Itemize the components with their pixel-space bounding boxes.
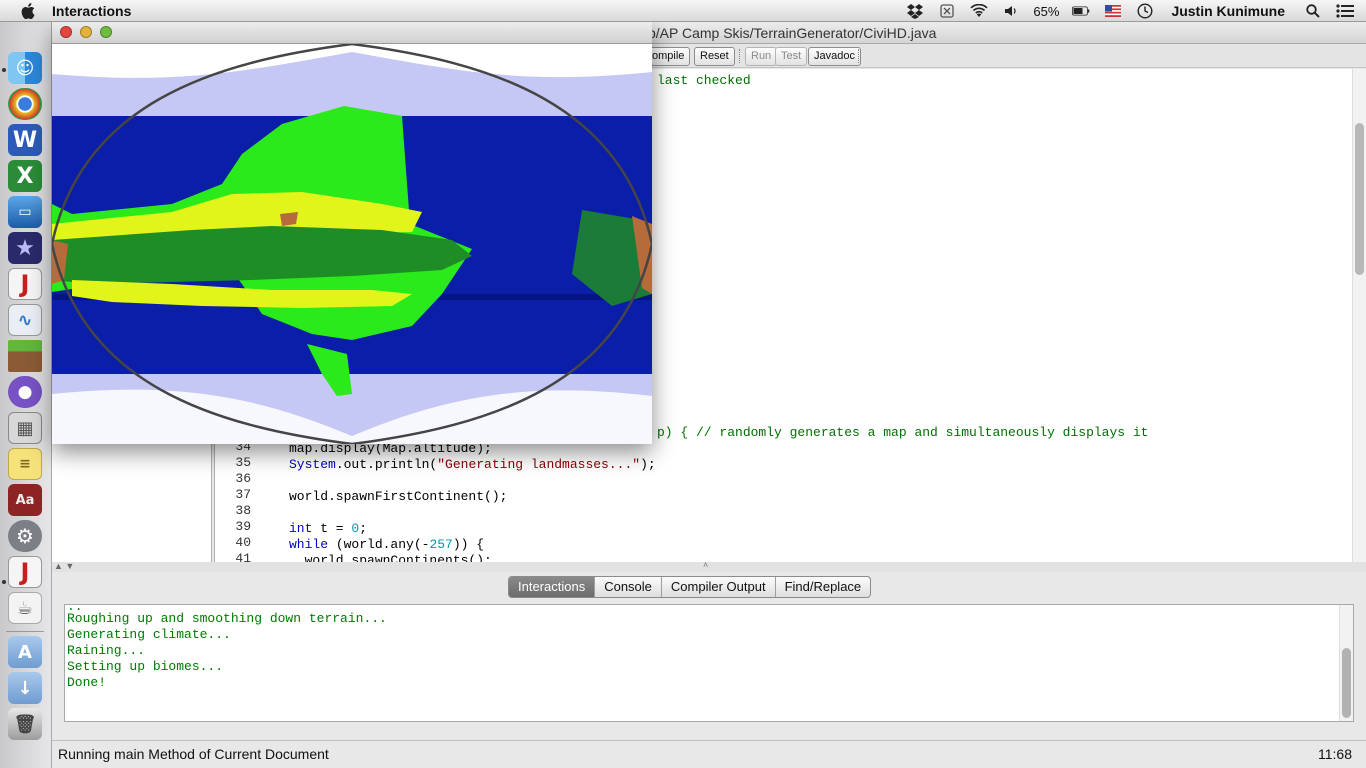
running-indicator — [2, 68, 6, 72]
tab-find-replace[interactable]: Find/Replace — [776, 577, 871, 597]
editor-scrollbar[interactable] — [1352, 69, 1366, 562]
toolbar-separator — [858, 49, 859, 63]
github-icon[interactable]: ● — [8, 376, 42, 408]
notification-list-icon[interactable] — [1336, 2, 1354, 20]
imovie-icon[interactable]: ★ — [8, 232, 42, 264]
map-window — [52, 22, 652, 444]
line-number: 40 — [235, 535, 251, 550]
apple-icon[interactable] — [18, 1, 38, 21]
excel-icon[interactable]: X — [8, 160, 42, 192]
downloads-folder-icon[interactable]: ↓ — [8, 672, 42, 704]
output-line: Setting up biomes... — [67, 659, 224, 674]
menu-bar: Interactions 65% Justin Kunimune — [0, 0, 1366, 22]
code-token: ); — [640, 457, 656, 472]
dictionary-icon[interactable]: Aa — [8, 484, 42, 516]
editor-scrollbar-thumb[interactable] — [1355, 123, 1364, 275]
chrome-icon[interactable] — [8, 88, 42, 120]
output-line: Raining... — [67, 643, 146, 658]
interactions-scrollbar[interactable] — [1339, 605, 1353, 721]
running-indicator — [2, 580, 6, 584]
code-line-33: p) { // randomly generates a map and sim… — [657, 425, 1149, 440]
code-comment: last checked — [657, 73, 751, 88]
output-line: Roughing up and smoothing down terrain..… — [67, 611, 387, 626]
window-title: p/AP Camp Skis/TerrainGenerator/CiviHD.j… — [648, 25, 937, 41]
bottom-tab-bar: Interactions Console Compiler Output Fin… — [508, 576, 872, 598]
map-window-title-bar[interactable] — [52, 22, 652, 44]
terrain-map-canvas[interactable] — [52, 44, 652, 444]
code-line-40: while (world.any(-257)) { — [289, 537, 484, 552]
reset-button[interactable]: Reset — [694, 47, 735, 66]
compile-button[interactable]: ompile — [646, 47, 691, 66]
code-line-35: System.out.println("Generating landmasse… — [289, 457, 656, 472]
output-line: Done! — [67, 675, 107, 690]
split-pane-divider[interactable]: ▲ ▼ ˄ — [52, 560, 1366, 572]
close-button[interactable] — [60, 26, 72, 38]
code-token: (world.any(- — [328, 537, 430, 552]
tab-console[interactable]: Console — [595, 577, 662, 597]
minecraft-icon[interactable] — [8, 340, 42, 372]
line-number: 36 — [235, 471, 251, 486]
code-keyword: while — [289, 537, 329, 552]
system-preferences-icon[interactable]: ⚙ — [8, 520, 42, 552]
code-token: ; — [359, 521, 368, 536]
collapse-arrows-icon[interactable]: ▲ ▼ — [54, 561, 74, 571]
dock: ☺ W X ▭ ★ J ∿ ● ▦ ≡ Aa ⚙ J ☕ A ↓ 🗑 — [0, 22, 52, 768]
code-keyword: int — [289, 521, 313, 536]
line-number: 39 — [235, 519, 251, 534]
code-number: 257 — [429, 537, 453, 552]
test-button[interactable]: Test — [775, 47, 808, 66]
code-line-39: int t = 0; — [289, 521, 367, 536]
mountain-central — [280, 212, 298, 226]
stickies-icon[interactable]: ≡ — [8, 448, 42, 480]
calculator-icon[interactable]: ▦ — [8, 412, 42, 444]
line-number: 38 — [235, 503, 251, 518]
keynote-icon[interactable]: ▭ — [8, 196, 42, 228]
line-number: 37 — [235, 487, 251, 502]
code-token: System — [289, 457, 336, 472]
cursor-position: 11:68 — [1318, 746, 1352, 762]
battery-icon[interactable] — [1072, 2, 1090, 20]
user-name[interactable]: Justin Kunimune — [1171, 3, 1285, 19]
run-button[interactable]: Run — [745, 47, 778, 66]
java-app-icon[interactable]: ☕ — [8, 592, 42, 624]
flag-icon[interactable] — [1104, 2, 1122, 20]
drjava-icon[interactable]: J — [8, 268, 42, 300]
trash-icon[interactable]: 🗑 — [8, 708, 42, 740]
wifi-icon[interactable] — [970, 2, 988, 20]
app-menu-name[interactable]: Interactions — [52, 3, 131, 19]
tab-compiler-output[interactable]: Compiler Output — [662, 577, 776, 597]
divider-grip-icon[interactable]: ˄ — [703, 560, 708, 570]
grapher-icon[interactable]: ∿ — [8, 304, 42, 336]
volume-icon[interactable] — [1002, 2, 1020, 20]
toolbar-separator — [739, 49, 740, 63]
minimize-button[interactable] — [80, 26, 92, 38]
clock-icon[interactable] — [1136, 2, 1154, 20]
tab-interactions[interactable]: Interactions — [509, 577, 596, 597]
spotlight-icon[interactable] — [1304, 2, 1322, 20]
code-token: t = — [312, 521, 352, 536]
interactions-scrollbar-thumb[interactable] — [1342, 648, 1351, 718]
dock-divider — [6, 631, 44, 632]
code-string: "Generating landmasses..." — [437, 457, 641, 472]
status-message: Running main Method of Current Document — [58, 746, 329, 762]
dropbox-icon[interactable] — [906, 2, 924, 20]
finder-icon[interactable]: ☺ — [8, 52, 42, 84]
line-number: 41 — [235, 551, 251, 562]
code-line-37: world.spawnFirstContinent(); — [289, 489, 508, 504]
sync-icon[interactable] — [938, 2, 956, 20]
drjava-running-icon[interactable]: J — [8, 556, 42, 588]
code-line-41: world.spawnContinents(); — [289, 553, 492, 562]
interactions-pane[interactable]: .. Roughing up and smoothing down terrai… — [64, 604, 1354, 722]
code-token: .out.println( — [335, 457, 438, 472]
applications-folder-icon[interactable]: A — [8, 636, 42, 668]
battery-percentage[interactable]: 65% — [1033, 4, 1059, 19]
zoom-button[interactable] — [100, 26, 112, 38]
javadoc-button[interactable]: Javadoc — [808, 47, 861, 66]
word-icon[interactable]: W — [8, 124, 42, 156]
status-bar: Running main Method of Current Document … — [52, 740, 1366, 766]
line-number: 35 — [235, 455, 251, 470]
output-line: Generating climate... — [67, 627, 231, 642]
code-token: )) { — [452, 537, 485, 552]
